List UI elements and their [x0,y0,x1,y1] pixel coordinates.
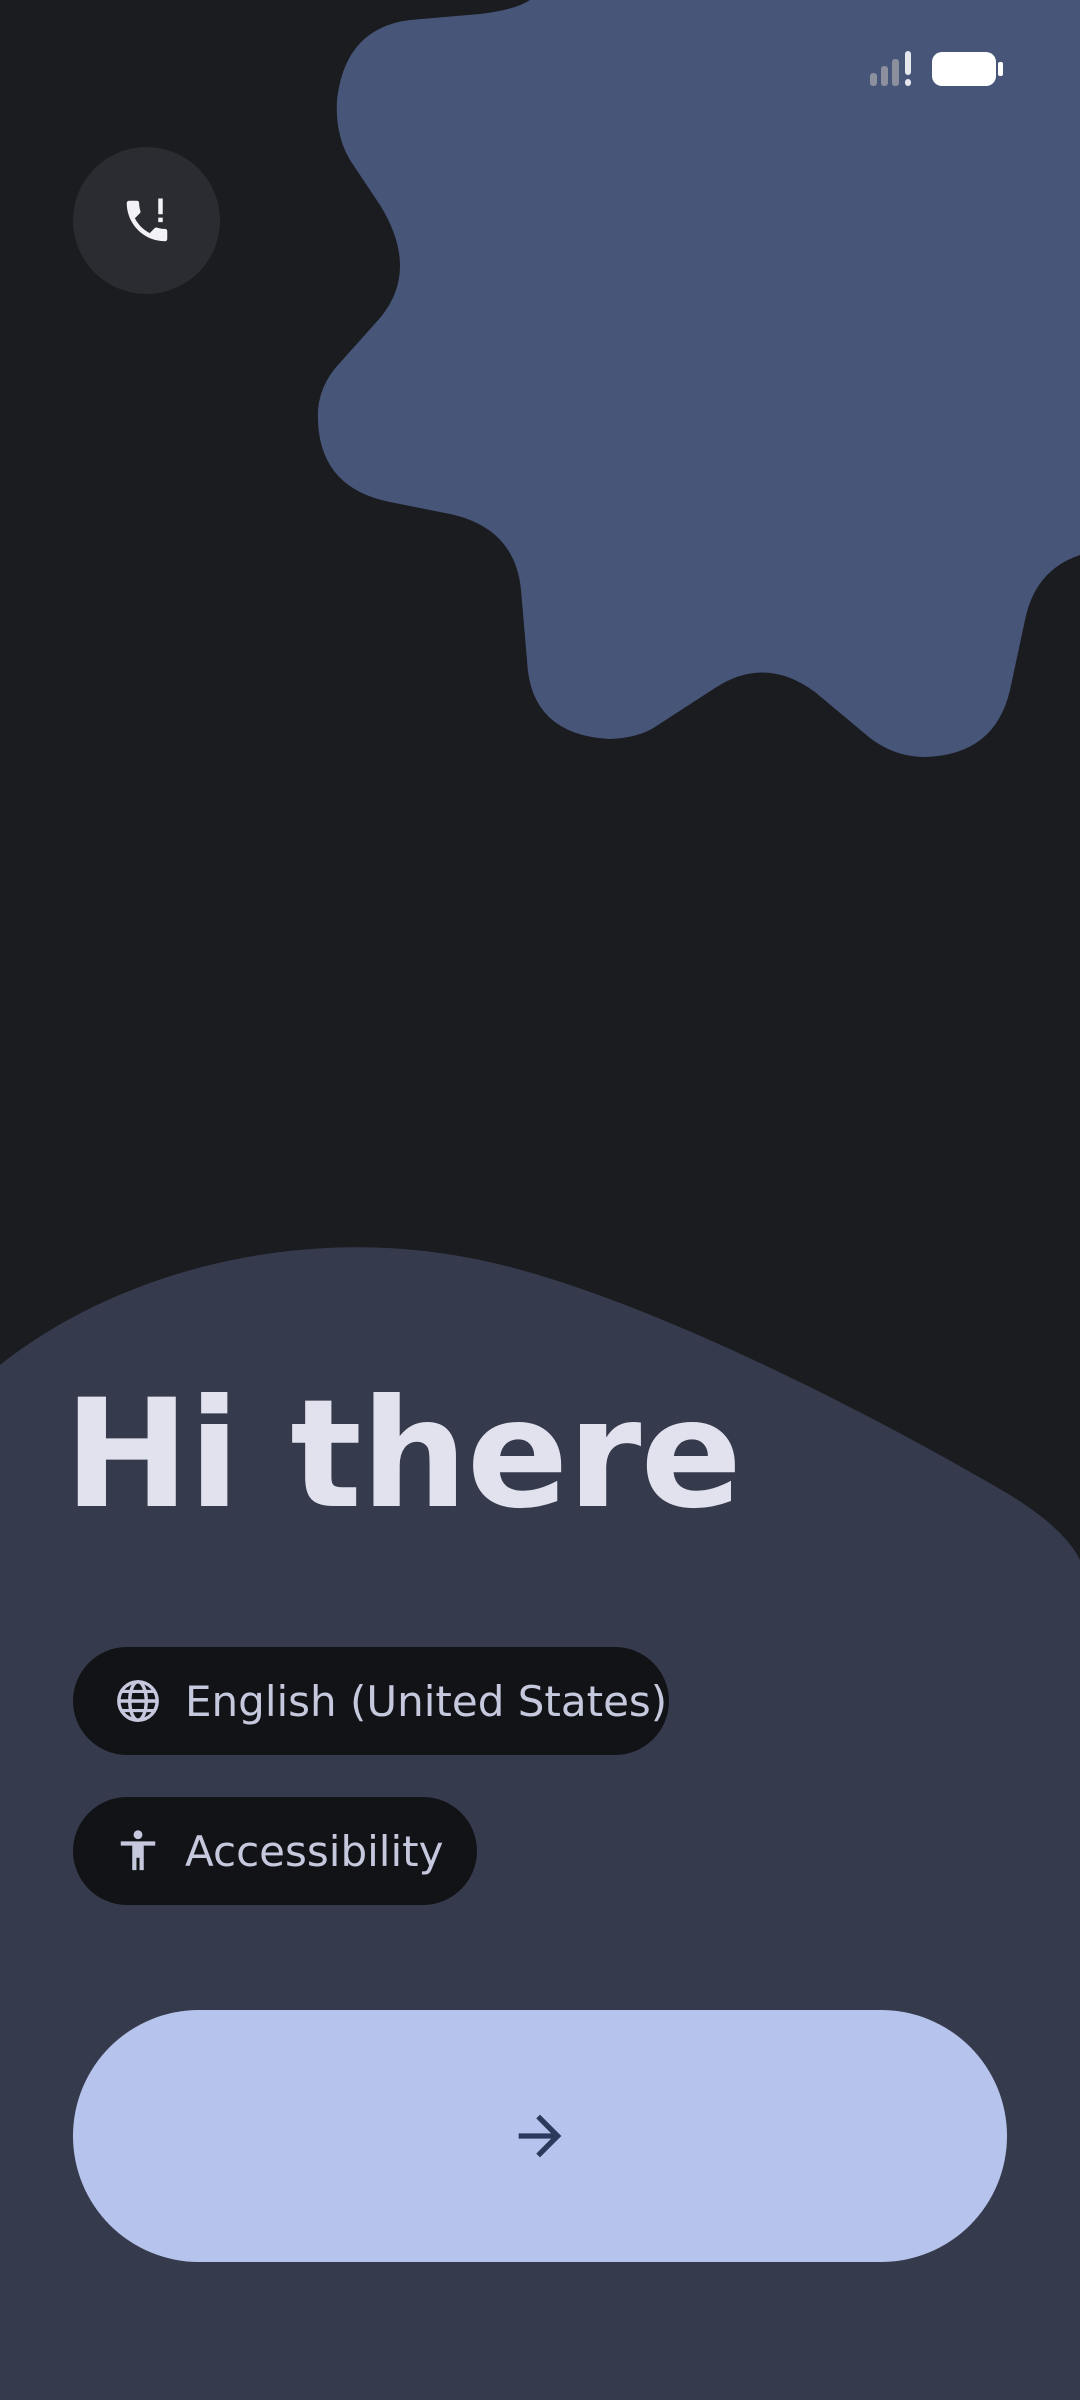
gear-shape [317,0,1080,757]
language-button[interactable]: English (United States) [73,1647,669,1755]
emergency-call-button[interactable] [73,147,220,294]
status-bar [870,44,1004,94]
setup-welcome-screen: Hi there English (United States) Accessi… [0,0,1080,2400]
battery-icon [932,52,1003,86]
accessibility-label: Accessibility [185,1826,444,1876]
accessibility-icon [115,1828,161,1874]
signal-icon [870,51,911,86]
phone-alert-icon [126,198,167,241]
start-button[interactable] [73,2010,1007,2262]
accessibility-button[interactable]: Accessibility [73,1797,477,1905]
language-label: English (United States) [185,1676,668,1726]
welcome-title: Hi there [64,1368,742,1542]
globe-icon [115,1678,161,1724]
arrow-right-icon [518,2114,562,2158]
